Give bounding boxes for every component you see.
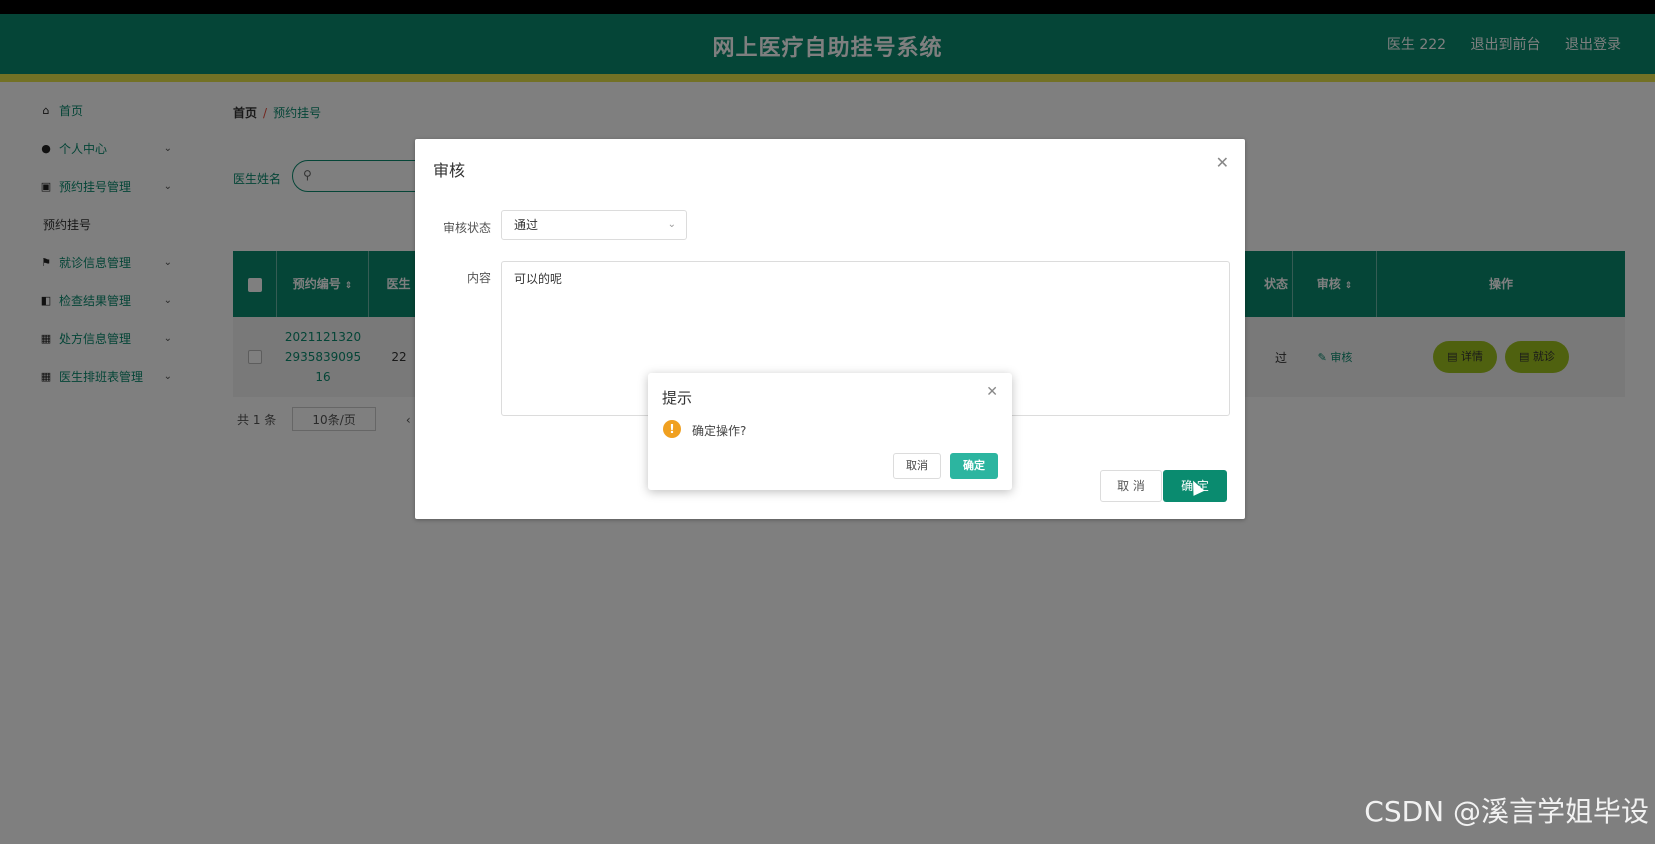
close-icon[interactable]: ✕	[986, 384, 998, 400]
message-confirm-button[interactable]: 确定	[950, 453, 998, 479]
screen-top-bar	[0, 0, 1655, 14]
watermark: CSDN @溪言学姐毕设	[1364, 795, 1649, 828]
message-cancel-button[interactable]: 取消	[893, 453, 941, 479]
confirm-message-box: 提示 ✕ ! 确定操作? 取消 确定	[648, 373, 1012, 490]
message-box-title: 提示	[662, 389, 693, 407]
warning-icon: !	[663, 420, 681, 438]
message-text: 确定操作?	[692, 424, 747, 438]
